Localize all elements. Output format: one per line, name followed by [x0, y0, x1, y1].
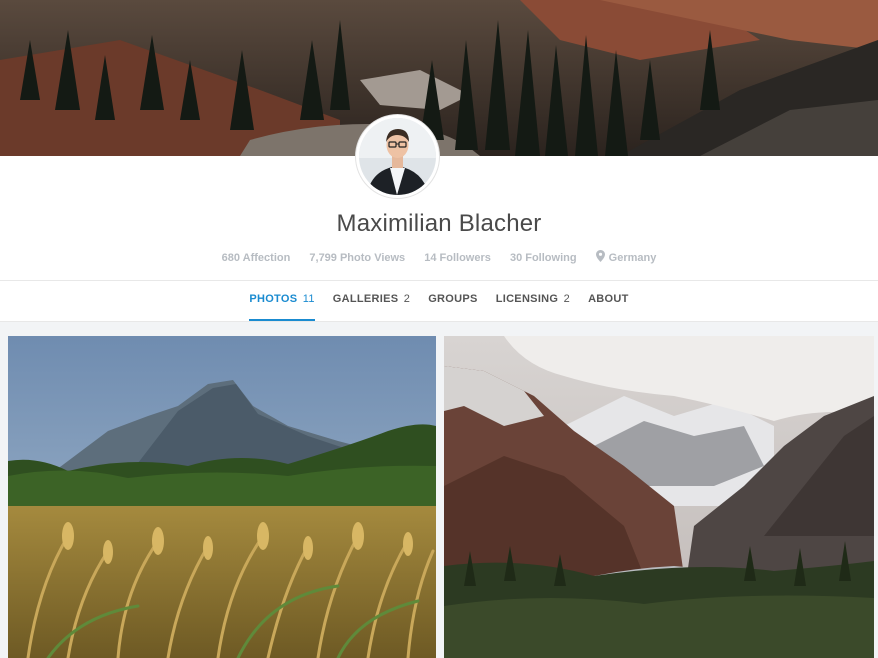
tab-groups[interactable]: GROUPS: [428, 281, 477, 321]
location-label: Germany: [608, 252, 657, 264]
tab-galleries-label: GALLERIES: [332, 293, 399, 305]
tab-licensing-count: 2: [563, 293, 571, 305]
tab-groups-label: GROUPS: [428, 293, 478, 305]
stat-location: Germany: [595, 250, 657, 264]
profile-name: Maximilian Blacher: [336, 210, 542, 237]
stat-affection: 680 Affection: [221, 252, 291, 264]
tab-licensing[interactable]: LICENSING 2: [496, 281, 570, 321]
cover-photo: [0, 0, 878, 156]
stat-photo-views: 7,799 Photo Views: [309, 252, 406, 264]
tab-about[interactable]: ABOUT: [588, 281, 629, 321]
tab-about-label: ABOUT: [588, 293, 629, 305]
profile-stats: 680 Affection 7,799 Photo Views 14 Follo…: [0, 250, 878, 264]
photo-rice-field: [8, 336, 436, 658]
tab-licensing-label: LICENSING: [495, 293, 559, 305]
tab-photos[interactable]: PHOTOS 11: [249, 281, 316, 321]
tab-galleries[interactable]: GALLERIES 2: [333, 281, 410, 321]
tab-photos-label: PHOTOS: [249, 293, 298, 305]
avatar[interactable]: [356, 115, 439, 198]
photo-card[interactable]: [444, 336, 874, 658]
map-pin-icon: [595, 250, 605, 262]
profile-tabs: PHOTOS 11 GALLERIES 2 GROUPS LICENSING 2…: [0, 281, 878, 321]
tab-photos-count: 11: [302, 293, 315, 305]
stat-following[interactable]: 30 Following: [510, 252, 577, 264]
tab-galleries-count: 2: [403, 293, 411, 305]
photo-mountain-valley: [444, 336, 874, 658]
cover-photo-image: [0, 0, 878, 156]
stat-followers[interactable]: 14 Followers: [424, 252, 491, 264]
avatar-image: [359, 118, 436, 195]
photo-card[interactable]: [8, 336, 436, 658]
